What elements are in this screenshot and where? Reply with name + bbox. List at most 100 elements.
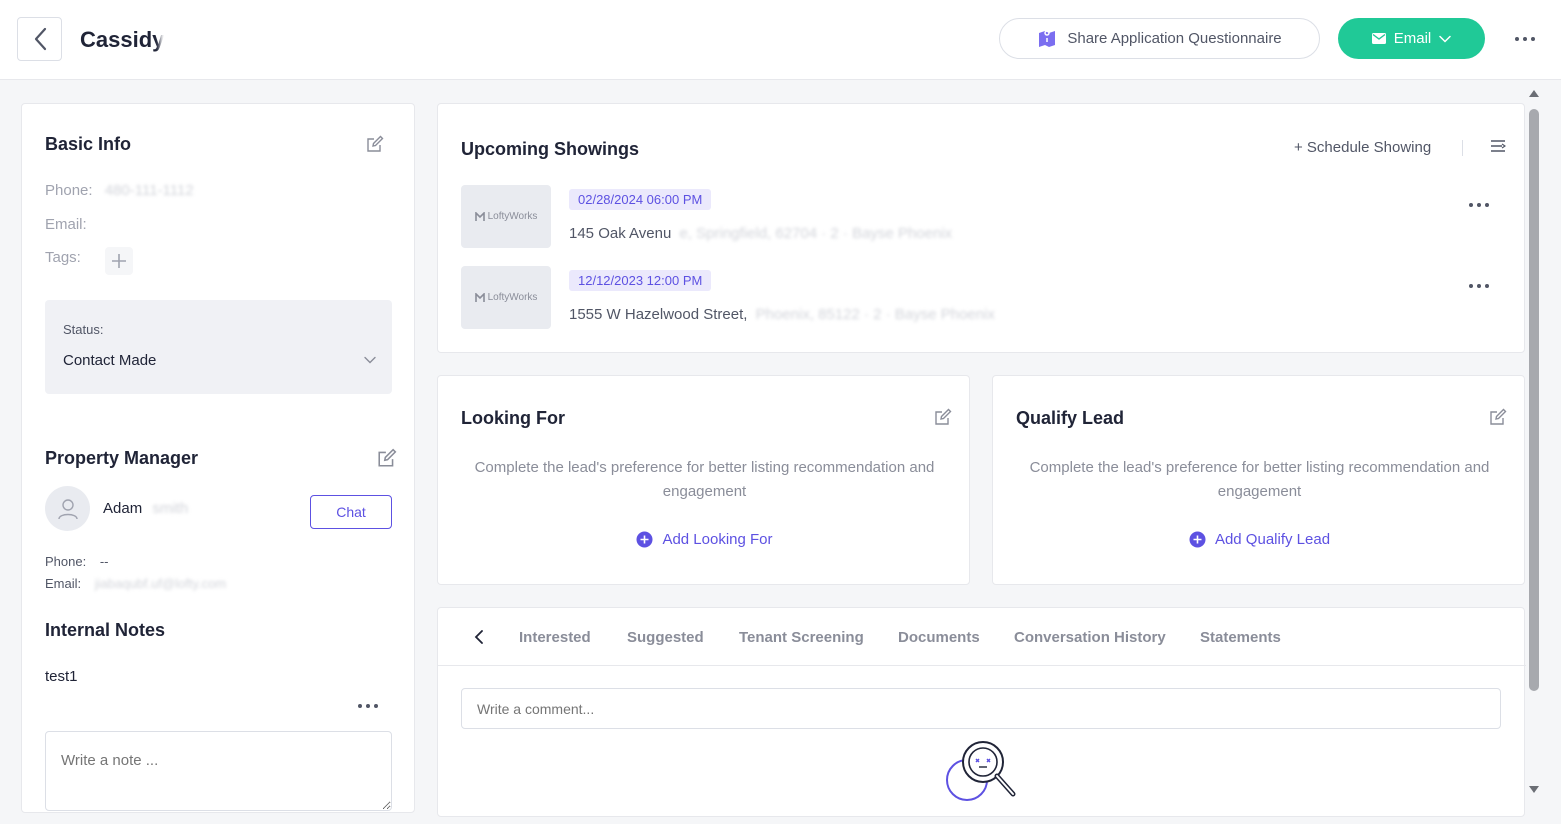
share-questionnaire-button[interactable]: Share Application Questionnaire (999, 18, 1320, 59)
lead-name: Cassidy (80, 27, 165, 52)
thumbnail-brand: LoftyWorks (487, 292, 538, 303)
schedule-showing-link[interactable]: + Schedule Showing (1294, 139, 1431, 156)
status-value: Contact Made (63, 352, 157, 369)
qualify-lead-title: Qualify Lead (1016, 408, 1125, 428)
more-icon (358, 704, 378, 708)
showing-item[interactable]: LoftyWorks 12/12/2023 12:00 PM 1555 W Ha… (461, 266, 1501, 330)
chevron-down-icon (364, 356, 376, 364)
pm-phone-value: -- (99, 554, 109, 569)
add-looking-for-label: Add Looking For (662, 531, 773, 548)
plus-circle-icon (1189, 531, 1206, 548)
divider (1462, 140, 1463, 156)
showing-date-badge: 12/12/2023 12:00 PM (569, 270, 712, 291)
user-icon (57, 498, 78, 519)
property-manager-email-row: Email: jiabaqubf.uf@lofty.com (45, 576, 226, 591)
listing-thumbnail: LoftyWorks (461, 185, 551, 248)
lead-phone-label: Phone: (45, 182, 93, 199)
showing-more-button[interactable] (1469, 284, 1489, 288)
upcoming-showings-title: Upcoming Showings (461, 139, 639, 159)
loftyworks-logo-icon (474, 211, 485, 221)
list-view-icon[interactable] (1490, 139, 1506, 153)
edit-qualify-lead-icon[interactable] (1489, 408, 1507, 426)
back-button[interactable] (17, 17, 62, 61)
lead-email-row: Email: (45, 216, 87, 233)
tab-interested[interactable]: Interested (519, 629, 591, 646)
tab-suggested[interactable]: Suggested (627, 629, 704, 646)
lead-phone-row: Phone: 480-111-1112 (45, 182, 194, 199)
property-manager-title: Property Manager (45, 448, 199, 468)
page-header: Cassidy Share Application Questionnaire … (0, 0, 1561, 80)
activity-tabs-card: Interested Suggested Tenant Screening Do… (437, 607, 1526, 817)
plus-circle-icon (636, 531, 653, 548)
showing-address-street: 145 Oak Avenu (569, 225, 672, 242)
email-label: Email (1393, 30, 1432, 47)
lead-phone-value: 480-111-1112 (104, 182, 194, 199)
chevron-left-icon[interactable] (474, 629, 484, 645)
showing-item[interactable]: LoftyWorks 02/28/2024 06:00 PM 145 Oak A… (461, 185, 1501, 249)
pm-phone-label: Phone: (45, 554, 87, 569)
looking-for-description: Complete the lead's preference for bette… (474, 459, 935, 500)
qualify-lead-description: Complete the lead's preference for bette… (1029, 459, 1490, 500)
tab-statements[interactable]: Statements (1200, 629, 1281, 646)
property-manager-last-name: smith (152, 500, 189, 517)
showing-address-street: 1555 W Hazelwood Street, (569, 306, 748, 323)
note-more-button[interactable] (358, 704, 378, 708)
more-icon (1469, 203, 1489, 207)
lead-tags-row: Tags: (45, 249, 81, 266)
looking-for-title: Looking For (461, 408, 565, 428)
tab-bar: Interested Suggested Tenant Screening Do… (438, 608, 1526, 666)
questionnaire-icon (1039, 29, 1056, 47)
more-icon (1469, 284, 1489, 288)
mail-icon (1371, 33, 1386, 44)
status-label: Status: (63, 322, 104, 337)
showing-more-button[interactable] (1469, 203, 1489, 207)
internal-notes-title: Internal Notes (45, 620, 166, 640)
chat-button[interactable]: Chat (310, 495, 392, 529)
scrollbar-thumb[interactable] (1529, 109, 1539, 691)
thumbnail-brand: LoftyWorks (487, 211, 538, 222)
scroll-up-arrow-icon[interactable] (1528, 88, 1540, 98)
looking-for-card: Looking For Complete the lead's preferen… (437, 375, 970, 585)
tab-tenant-screening[interactable]: Tenant Screening (739, 629, 864, 646)
edit-basic-info-icon[interactable] (366, 135, 384, 153)
loftyworks-logo-icon (474, 292, 485, 302)
property-manager-phone-row: Phone: -- (45, 554, 109, 569)
more-icon (1515, 37, 1535, 41)
showing-date-badge: 02/28/2024 06:00 PM (569, 189, 712, 210)
showing-address: 145 Oak Avenu e, Springfield, 62704 · 2 … (569, 225, 952, 242)
lead-last-name-redacted (160, 22, 240, 60)
header-more-button[interactable] (1510, 27, 1540, 51)
chevron-down-icon (1439, 35, 1451, 43)
lead-info-panel: Basic Info Phone: 480-111-1112 Email: Ta… (21, 103, 415, 813)
add-tag-button[interactable] (105, 247, 133, 275)
property-manager-name: Adam smith (103, 500, 188, 517)
edit-property-manager-icon[interactable] (377, 448, 397, 468)
edit-looking-for-icon[interactable] (934, 408, 952, 426)
tab-documents[interactable]: Documents (898, 629, 980, 646)
note-input[interactable] (45, 731, 392, 811)
status-select[interactable]: Status: Contact Made (45, 300, 392, 394)
showing-address: 1555 W Hazelwood Street, Phoenix, 85122 … (569, 306, 995, 323)
listing-thumbnail: LoftyWorks (461, 266, 551, 329)
pm-email-value: jiabaqubf.uf@lofty.com (94, 576, 227, 591)
add-looking-for-button[interactable]: Add Looking For (438, 531, 971, 548)
avatar (45, 486, 90, 531)
empty-search-illustration (946, 741, 1016, 801)
upcoming-showings-card: Upcoming Showings + Schedule Showing Lof… (437, 103, 1525, 353)
basic-info-title: Basic Info (45, 134, 132, 154)
note-item: test1 (45, 668, 78, 685)
email-button[interactable]: Email (1338, 18, 1485, 59)
share-questionnaire-label: Share Application Questionnaire (1067, 30, 1282, 47)
add-qualify-lead-button[interactable]: Add Qualify Lead (993, 531, 1526, 548)
lead-tags-label: Tags: (45, 249, 81, 266)
chevron-left-icon (34, 27, 46, 51)
comment-input[interactable] (461, 688, 1501, 729)
tab-conversation-history[interactable]: Conversation History (1014, 629, 1166, 646)
qualify-lead-card: Qualify Lead Complete the lead's prefere… (992, 375, 1525, 585)
pm-email-label: Email: (45, 576, 82, 591)
lead-email-label: Email: (45, 216, 87, 233)
add-qualify-lead-label: Add Qualify Lead (1214, 531, 1331, 548)
showing-address-redacted: e, Springfield, 62704 · 2 · Bayse Phoeni… (679, 225, 953, 242)
property-manager-first-name: Adam (103, 500, 143, 517)
scroll-down-arrow-icon[interactable] (1528, 785, 1540, 795)
